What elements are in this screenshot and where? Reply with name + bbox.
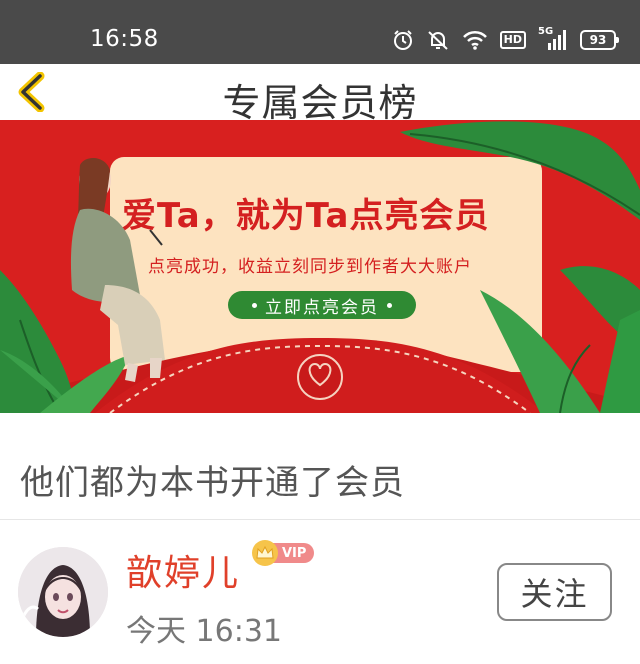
- banner-subtitle: 点亮成功，收益立刻同步到作者大大账户: [148, 257, 472, 277]
- follow-button[interactable]: 关注: [497, 563, 612, 621]
- banner-cta-button[interactable]: 立即点亮会员: [228, 291, 416, 319]
- banner-headline: 爱Ta，就为Ta点亮会员: [122, 196, 490, 236]
- title-bar: 专属会员榜: [0, 64, 640, 125]
- wifi-icon: [462, 30, 487, 50]
- battery-icon: 93: [580, 30, 619, 50]
- avatar[interactable]: [18, 547, 108, 637]
- dot-icon: [387, 302, 392, 308]
- vip-badge: VIP: [252, 540, 315, 566]
- battery-level: 93: [589, 33, 607, 47]
- vip-label: VIP: [272, 543, 315, 563]
- status-icons: HD 5G 93: [392, 24, 619, 56]
- status-time: 16:58: [90, 26, 159, 52]
- dot-icon: [252, 302, 257, 308]
- page-title: 专属会员榜: [222, 81, 418, 125]
- mute-bell-icon: [427, 31, 448, 50]
- member-row[interactable]: 歆婷儿 VIP 今天 16:31 关注: [0, 520, 640, 664]
- crown-icon: [252, 540, 278, 566]
- hd-badge: HD: [499, 31, 526, 49]
- banner-cta-label: 立即点亮会员: [265, 297, 379, 318]
- avatar-image: [18, 547, 108, 637]
- signal-icon: 5G: [538, 26, 568, 51]
- member-name[interactable]: 歆婷儿: [126, 544, 240, 596]
- alarm-icon: [393, 30, 412, 50]
- member-time: 今天 16:31: [126, 614, 282, 649]
- promo-banner[interactable]: 爱Ta，就为Ta点亮会员 点亮成功，收益立刻同步到作者大大账户 立即点亮会员: [0, 120, 640, 413]
- section-title: 他们都为本书开通了会员: [20, 463, 405, 503]
- status-bar: 16:58 HD 5G 93: [0, 0, 640, 64]
